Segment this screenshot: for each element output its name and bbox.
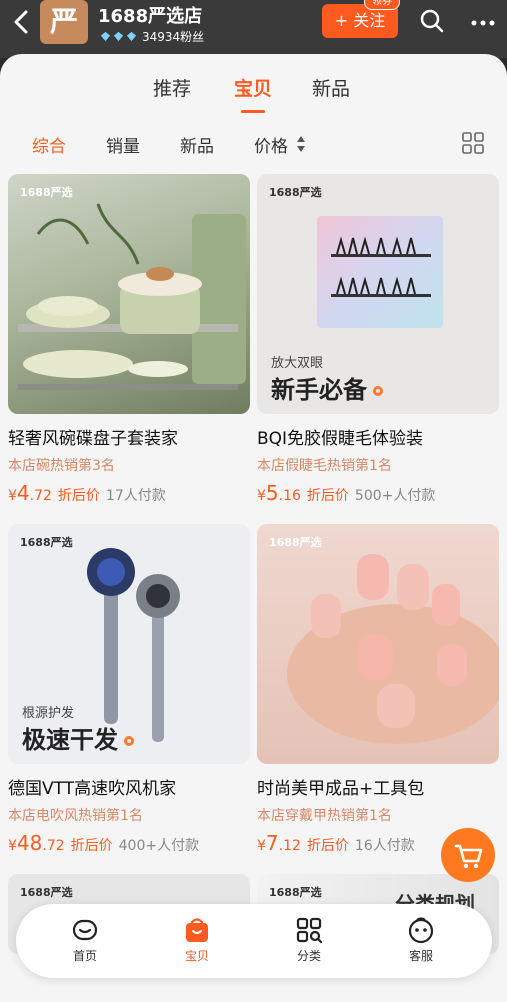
store-logo[interactable]: 严 xyxy=(40,0,88,44)
product-image[interactable]: 1688严选 放大双眼 新手必备 xyxy=(257,174,499,414)
nav-home[interactable]: 首页 xyxy=(50,916,120,964)
nav-label: 分类 xyxy=(296,949,321,963)
price-label: 折后价 xyxy=(57,488,100,504)
overlay-headline: 新手必备 xyxy=(271,370,383,405)
more-icon[interactable] xyxy=(470,10,496,36)
product-image[interactable]: 1688严选 xyxy=(257,524,499,764)
nails-illustration xyxy=(287,554,499,744)
overlay-subtitle: 放大双眼 xyxy=(271,356,324,371)
brand-tag: 1688严选 xyxy=(20,536,73,549)
nav-label: 首页 xyxy=(72,949,97,963)
product-card[interactable]: 1688严选 根源护发 极速干发 德国VTT高速吹风机家 本店电吹风热销第1名 … xyxy=(8,524,250,855)
product-title[interactable]: BQI免胶假睫毛体验装 xyxy=(257,424,499,449)
bag-icon xyxy=(186,918,208,942)
home-icon xyxy=(72,919,98,941)
filter-sales[interactable]: 销量 xyxy=(106,132,140,157)
store-header: 严 1688严选店 34934粉丝 + 关注 领券 xyxy=(0,0,507,58)
price-row: ¥ 48 .72 折后价 400+人付款 xyxy=(8,831,250,855)
cart-button[interactable] xyxy=(441,828,495,882)
sold-count: 16人付款 xyxy=(354,838,415,854)
overlay-headline-text: 极速干发 xyxy=(22,726,118,754)
content-sheet: 推荐 宝贝 新品 综合 销量 新品 价格 1688严选 轻奢风碗碟盘子套装家 本… xyxy=(0,54,507,1002)
sold-count: 500+人付款 xyxy=(354,488,436,504)
price-decimal: .72 xyxy=(42,838,65,854)
tab-products[interactable]: 宝贝 xyxy=(234,74,272,101)
currency-symbol: ¥ xyxy=(257,838,266,854)
tab-underline xyxy=(241,110,265,113)
nav-service[interactable]: 客服 xyxy=(386,916,456,964)
price-integer: 4 xyxy=(16,481,30,505)
back-arrow-icon[interactable] xyxy=(8,8,36,36)
currency-symbol: ¥ xyxy=(257,488,266,504)
product-title[interactable]: 德国VTT高速吹风机家 xyxy=(8,774,250,799)
brand-tag: 1688严选 xyxy=(20,186,73,199)
brand-tag: 1688严选 xyxy=(269,886,322,899)
price-integer: 7 xyxy=(265,831,279,855)
price-label: 折后价 xyxy=(70,838,113,854)
filter-bar: 综合 销量 新品 价格 xyxy=(0,132,507,162)
product-title[interactable]: 时尚美甲成品+工具包 xyxy=(257,774,499,799)
product-card[interactable]: 1688严选 时尚美甲成品+工具包 本店穿戴甲热销第1名 ¥ 7 .12 折后价… xyxy=(257,524,499,855)
price-decimal: .16 xyxy=(278,488,301,504)
diamond-icon xyxy=(126,31,137,42)
tab-recommend[interactable]: 推荐 xyxy=(153,74,191,101)
category-icon xyxy=(296,917,323,944)
product-image[interactable]: 1688严选 xyxy=(8,174,250,414)
diamond-icon xyxy=(113,31,124,42)
product-rank: 本店假睫毛热销第1名 xyxy=(257,458,392,474)
price-row: ¥ 5 .16 折后价 500+人付款 xyxy=(257,481,499,505)
search-icon[interactable] xyxy=(419,8,445,34)
filter-new[interactable]: 新品 xyxy=(180,132,214,157)
product-rank: 本店碗热销第3名 xyxy=(8,458,115,474)
product-image[interactable]: 1688严选 根源护发 极速干发 xyxy=(8,524,250,764)
overlay-headline-text: 新手必备 xyxy=(271,376,367,404)
product-rank: 本店穿戴甲热销第1名 xyxy=(257,808,392,824)
cart-icon xyxy=(454,844,483,869)
price-integer: 5 xyxy=(265,481,279,505)
sort-arrows-icon[interactable] xyxy=(296,135,306,153)
store-name[interactable]: 1688严选店 xyxy=(98,2,202,28)
filter-price[interactable]: 价格 xyxy=(254,132,288,157)
overlay-subtitle: 根源护发 xyxy=(22,706,75,721)
top-tabs: 推荐 宝贝 新品 xyxy=(0,74,507,114)
nav-label: 宝贝 xyxy=(184,949,209,963)
sold-count: 17人付款 xyxy=(105,488,166,504)
filter-comprehensive[interactable]: 综合 xyxy=(32,132,66,157)
sold-count: 400+人付款 xyxy=(118,838,200,854)
product-title[interactable]: 轻奢风碗碟盘子套装家 xyxy=(8,424,250,449)
price-decimal: .12 xyxy=(278,838,301,854)
currency-symbol: ¥ xyxy=(8,488,17,504)
currency-symbol: ¥ xyxy=(8,838,17,854)
bottom-nav: 首页 宝贝 分类 客服 xyxy=(16,904,492,978)
price-label: 折后价 xyxy=(306,838,349,854)
product-card[interactable]: 1688严选 轻奢风碗碟盘子套装家 本店碗热销第3名 ¥ 4 .72 折后价 1… xyxy=(8,174,250,505)
tableware-illustration xyxy=(18,203,246,390)
coupon-tag[interactable]: 领券 xyxy=(364,0,400,10)
price-row: ¥ 4 .72 折后价 17人付款 xyxy=(8,481,250,505)
brand-tag: 1688严选 xyxy=(20,886,73,899)
nav-category[interactable]: 分类 xyxy=(274,916,344,964)
product-rank: 本店电吹风热销第1名 xyxy=(8,808,143,824)
price-label: 折后价 xyxy=(306,488,349,504)
nav-products[interactable]: 宝贝 xyxy=(162,916,232,964)
service-icon xyxy=(408,917,434,944)
brand-tag: 1688严选 xyxy=(269,536,322,549)
dot-icon xyxy=(373,386,383,396)
fans-count: 34934粉丝 xyxy=(142,30,205,44)
diamond-icon xyxy=(100,31,111,42)
grid-view-icon[interactable] xyxy=(462,132,484,154)
store-badges: 34934粉丝 xyxy=(100,28,204,45)
nav-label: 客服 xyxy=(408,949,433,963)
overlay-headline: 极速干发 xyxy=(22,720,134,755)
price-integer: 48 xyxy=(16,831,43,855)
product-card[interactable]: 1688严选 放大双眼 新手必备 BQI免胶假睫毛体验装 本店假睫毛热销第1名 … xyxy=(257,174,499,505)
brand-tag: 1688严选 xyxy=(269,186,322,199)
price-decimal: .72 xyxy=(29,488,52,504)
tab-new[interactable]: 新品 xyxy=(312,74,350,101)
dot-icon xyxy=(124,736,134,746)
